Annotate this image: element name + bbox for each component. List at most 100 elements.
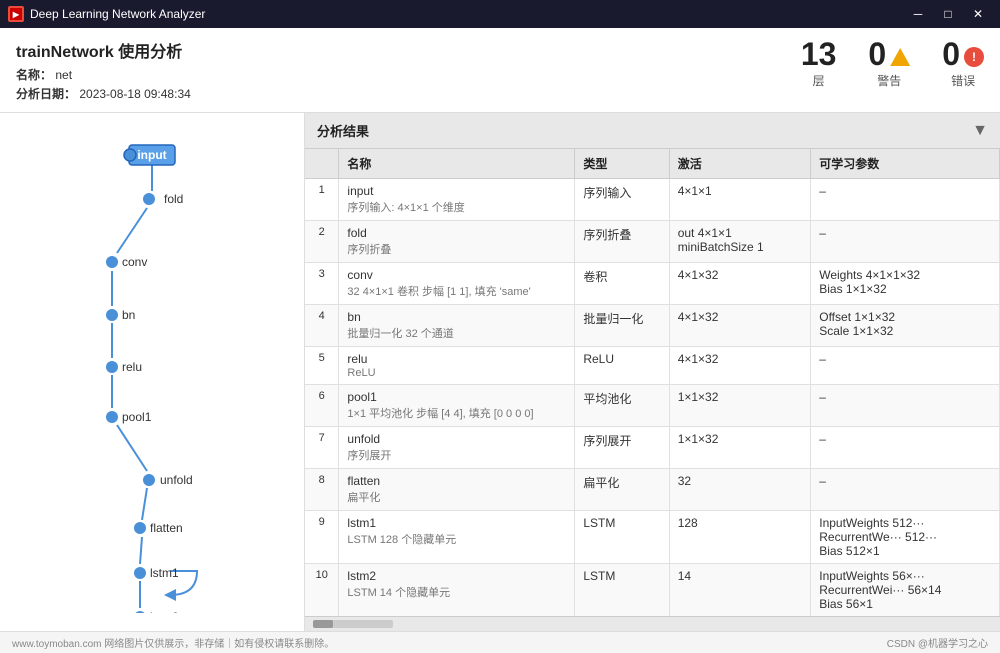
row-number: 7 <box>305 427 339 469</box>
layer-name: lstm1 <box>347 516 566 530</box>
panel-menu-icon[interactable]: ▼ <box>972 122 988 140</box>
svg-text:flatten: flatten <box>150 521 183 535</box>
footer-right: CSDN @机器学习之心 <box>887 635 988 650</box>
svg-text:▶: ▶ <box>12 10 20 19</box>
errors-badge: 0 ! <box>942 38 984 70</box>
table-row[interactable]: 5reluReLUReLU4×1×32– <box>305 347 1000 385</box>
graph-panel[interactable]: input fold conv bn relu pool1 <box>0 113 305 631</box>
table-row[interactable]: 7unfold序列展开序列展开1×1×32– <box>305 427 1000 469</box>
layer-name: flatten <box>347 474 566 488</box>
row-number: 2 <box>305 221 339 263</box>
row-activation: 1×1×32 <box>669 427 811 469</box>
close-button[interactable]: ✕ <box>964 3 992 25</box>
row-params: Offset 1×1×32 Scale 1×1×32 <box>811 305 1000 347</box>
layers-label: 层 <box>801 72 837 89</box>
layer-description: 32 4×1×1 卷积 步幅 [1 1], 填充 'same' <box>347 283 566 299</box>
row-number: 4 <box>305 305 339 347</box>
col-activation-header: 激活 <box>669 149 811 179</box>
table-row[interactable]: 1input序列输入: 4×1×1 个维度序列输入4×1×1– <box>305 179 1000 221</box>
window-controls: ─ □ ✕ <box>904 3 992 25</box>
panel-header: 分析结果 ▼ <box>305 113 1000 149</box>
svg-text:lstm1: lstm1 <box>150 566 179 580</box>
row-type: LSTM <box>575 564 669 616</box>
col-number <box>305 149 339 179</box>
layers-count: 13 <box>801 38 837 70</box>
row-name: lstm1LSTM 128 个隐藏单元 <box>339 511 575 564</box>
row-name: lstm2LSTM 14 个隐藏单元 <box>339 564 575 616</box>
table-footer <box>305 616 1000 631</box>
maximize-button[interactable]: □ <box>934 3 962 25</box>
row-number: 8 <box>305 469 339 511</box>
row-name: conv32 4×1×1 卷积 步幅 [1 1], 填充 'same' <box>339 263 575 305</box>
minimize-button[interactable]: ─ <box>904 3 932 25</box>
date-value: 2023-08-18 09:48:34 <box>79 87 190 101</box>
row-params: – <box>811 385 1000 427</box>
row-activation: 1×1×32 <box>669 385 811 427</box>
svg-text:lstm2: lstm2 <box>150 610 179 613</box>
row-activation: out 4×1×1 miniBatchSize 1 <box>669 221 811 263</box>
table-row[interactable]: 3conv32 4×1×1 卷积 步幅 [1 1], 填充 'same'卷积4×… <box>305 263 1000 305</box>
row-type: 平均池化 <box>575 385 669 427</box>
app-icon: ▶ <box>8 6 24 22</box>
date-label: 分析日期： <box>16 87 76 101</box>
table-row[interactable]: 8flatten扁平化扁平化32– <box>305 469 1000 511</box>
stat-warnings: 0 警告 <box>868 38 910 89</box>
horizontal-scroll[interactable] <box>313 620 393 628</box>
row-params: – <box>811 347 1000 385</box>
main-container: trainNetwork 使用分析 名称： net 分析日期： 2023-08-… <box>0 28 1000 653</box>
stat-layers: 13 层 <box>801 38 837 89</box>
row-params: Weights 4×1×1×32 Bias 1×1×32 <box>811 263 1000 305</box>
table-row[interactable]: 9lstm1LSTM 128 个隐藏单元LSTM128InputWeights … <box>305 511 1000 564</box>
error-icon: ! <box>964 47 984 67</box>
row-type: 序列折叠 <box>575 221 669 263</box>
row-number: 6 <box>305 385 339 427</box>
layer-name: lstm2 <box>347 569 566 583</box>
row-name: input序列输入: 4×1×1 个维度 <box>339 179 575 221</box>
warnings-badge: 0 <box>868 38 910 70</box>
analysis-panel: 分析结果 ▼ 名称 类型 激活 可学习参数 1input序 <box>305 113 1000 631</box>
svg-text:unfold: unfold <box>160 473 193 487</box>
row-params: – <box>811 179 1000 221</box>
bottom-bar: www.toymoban.com 网络图片仅供展示，非存储｜如有侵权请联系删除。… <box>0 631 1000 653</box>
title-bar: ▶ Deep Learning Network Analyzer ─ □ ✕ <box>0 0 1000 28</box>
content-area: input fold conv bn relu pool1 <box>0 113 1000 631</box>
row-name: flatten扁平化 <box>339 469 575 511</box>
row-activation: 4×1×32 <box>669 305 811 347</box>
row-params: InputWeights 512··· RecurrentWe··· 512··… <box>811 511 1000 564</box>
row-params: – <box>811 221 1000 263</box>
layer-description: ReLU <box>347 367 566 379</box>
row-number: 5 <box>305 347 339 385</box>
svg-text:bn: bn <box>122 308 135 322</box>
row-params: – <box>811 427 1000 469</box>
layer-description: 批量归一化 32 个通道 <box>347 325 566 341</box>
warnings-label: 警告 <box>868 72 910 89</box>
layer-description: 序列折叠 <box>347 241 566 257</box>
table-scroll[interactable]: 名称 类型 激活 可学习参数 1input序列输入: 4×1×1 个维度序列输入… <box>305 149 1000 616</box>
table-row[interactable]: 2fold序列折叠序列折叠out 4×1×1 miniBatchSize 1– <box>305 221 1000 263</box>
layer-name: unfold <box>347 432 566 446</box>
row-activation: 128 <box>669 511 811 564</box>
layer-description: LSTM 128 个隐藏单元 <box>347 531 566 547</box>
row-number: 3 <box>305 263 339 305</box>
row-name: unfold序列展开 <box>339 427 575 469</box>
app-title: Deep Learning Network Analyzer <box>30 7 904 21</box>
col-params-header: 可学习参数 <box>811 149 1000 179</box>
row-name: pool11×1 平均池化 步幅 [4 4], 填充 [0 0 0 0] <box>339 385 575 427</box>
layer-name: pool1 <box>347 390 566 404</box>
col-type-header: 类型 <box>575 149 669 179</box>
row-name: bn批量归一化 32 个通道 <box>339 305 575 347</box>
row-type: 序列展开 <box>575 427 669 469</box>
layer-description: 扁平化 <box>347 489 566 505</box>
table-row[interactable]: 10lstm2LSTM 14 个隐藏单元LSTM14InputWeights 5… <box>305 564 1000 616</box>
footer-left: www.toymoban.com 网络图片仅供展示，非存储｜如有侵权请联系删除。 <box>12 635 334 650</box>
header-stats: 13 层 0 警告 0 ! 错误 <box>801 38 984 89</box>
panel-title: 分析结果 <box>317 121 369 140</box>
table-row[interactable]: 6pool11×1 平均池化 步幅 [4 4], 填充 [0 0 0 0]平均池… <box>305 385 1000 427</box>
row-number: 1 <box>305 179 339 221</box>
layer-description: 序列输入: 4×1×1 个维度 <box>347 199 566 215</box>
row-name: fold序列折叠 <box>339 221 575 263</box>
row-type: 扁平化 <box>575 469 669 511</box>
table-row[interactable]: 4bn批量归一化 32 个通道批量归一化4×1×32Offset 1×1×32 … <box>305 305 1000 347</box>
header-left: trainNetwork 使用分析 名称： net 分析日期： 2023-08-… <box>16 38 191 104</box>
layer-description: LSTM 14 个隐藏单元 <box>347 584 566 600</box>
